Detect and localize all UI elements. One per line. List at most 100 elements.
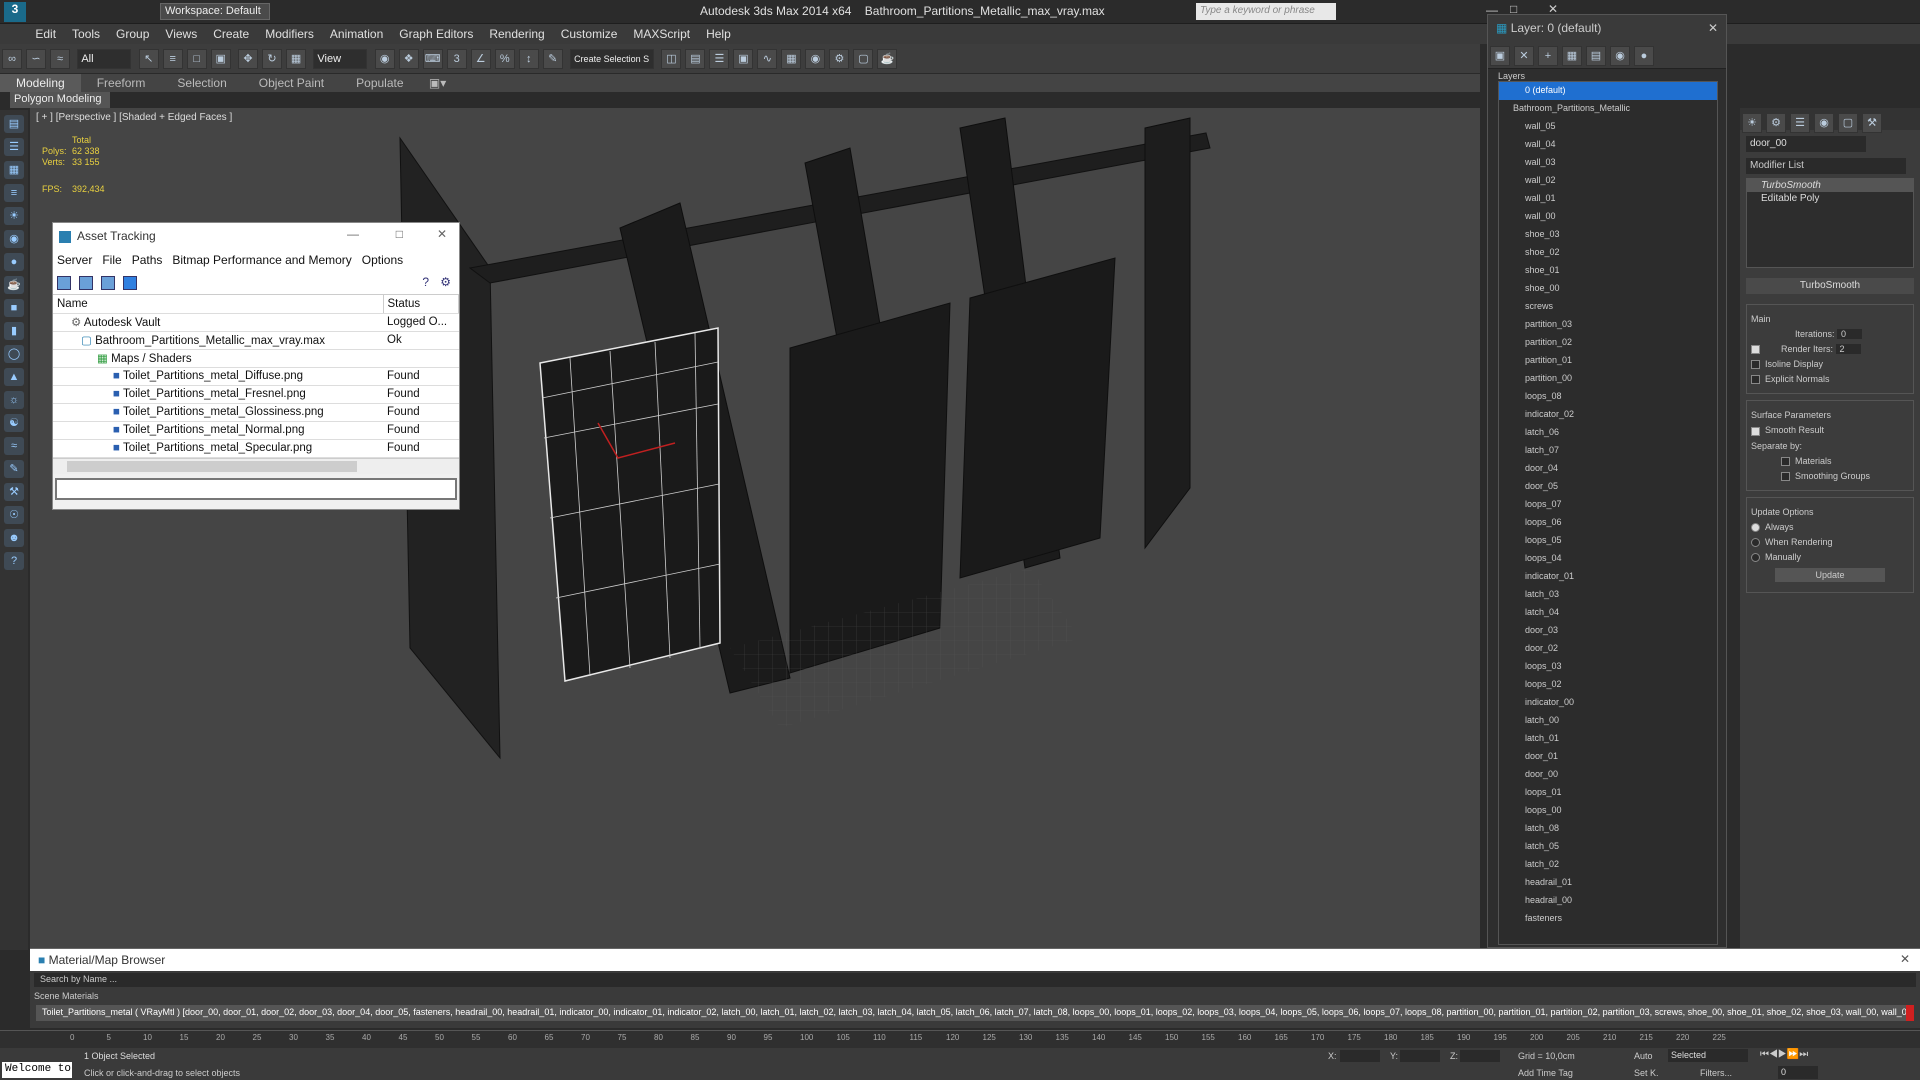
- layer-object-row[interactable]: door_01: [1499, 748, 1717, 766]
- align-icon[interactable]: ▤: [685, 49, 706, 69]
- layer-object-row[interactable]: loops_00: [1499, 802, 1717, 820]
- layer-object-row[interactable]: partition_02: [1499, 334, 1717, 352]
- menu-maxscript[interactable]: MAXScript: [625, 24, 698, 44]
- timeline[interactable]: 0 5 10 15 20 25 30 35 40 45 50 55 60 65 70 75 80 85 90 95 10…: [0, 1030, 1920, 1048]
- menu-animation[interactable]: Animation: [322, 24, 391, 44]
- layer-object-row[interactable]: loops_07: [1499, 496, 1717, 514]
- layer-object-row[interactable]: latch_05: [1499, 838, 1717, 856]
- menu-help[interactable]: Help: [698, 24, 739, 44]
- add-time-tag[interactable]: Add Time Tag: [1518, 1068, 1573, 1078]
- menu-bitmap-performance[interactable]: Bitmap Performance and Memory: [172, 253, 351, 267]
- menu-edit[interactable]: Edit: [27, 24, 64, 44]
- table-row[interactable]: ■ Toilet_Partitions_metal_Normal.png Foun…: [53, 421, 459, 440]
- help-icon[interactable]: ?: [422, 275, 429, 289]
- minimize-icon[interactable]: —: [347, 227, 359, 241]
- menu-create[interactable]: Create: [205, 24, 257, 44]
- layer-object-row[interactable]: latch_03: [1499, 586, 1717, 604]
- layer-object-row[interactable]: screws: [1499, 298, 1717, 316]
- layer-object-row[interactable]: loops_06: [1499, 514, 1717, 532]
- explicit-normals-checkbox[interactable]: [1751, 375, 1760, 385]
- key-filter-dropdown[interactable]: Selected: [1668, 1049, 1748, 1062]
- spinner-snap-icon[interactable]: ↕: [518, 49, 539, 69]
- window-crossing-icon[interactable]: ▣: [210, 49, 231, 69]
- render-iters-checkbox[interactable]: [1751, 345, 1760, 355]
- link-icon[interactable]: ∞: [2, 49, 22, 69]
- rendered-frame-window-icon[interactable]: ▢: [853, 49, 874, 69]
- bind-space-warp-icon[interactable]: ≈: [50, 49, 70, 69]
- sun-icon[interactable]: ☼: [4, 391, 24, 409]
- menu-file[interactable]: File: [102, 253, 121, 267]
- table-view-icon[interactable]: [101, 276, 115, 290]
- layer-explorer-icon[interactable]: ▦: [4, 161, 24, 179]
- reference-coordinate-dropdown[interactable]: View: [313, 49, 368, 69]
- layer-object-row[interactable]: shoe_00: [1499, 280, 1717, 298]
- layer-object-row[interactable]: latch_08: [1499, 820, 1717, 838]
- layer-object-row[interactable]: latch_06: [1499, 424, 1717, 442]
- search-input[interactable]: Type a keyword or phrase: [1196, 3, 1336, 20]
- when-rendering-radio[interactable]: [1751, 538, 1760, 547]
- person-icon[interactable]: ☻: [4, 529, 24, 547]
- key-filters-button[interactable]: Filters...: [1700, 1068, 1732, 1078]
- layer-object-row[interactable]: loops_05: [1499, 532, 1717, 550]
- auto-key-button[interactable]: Auto: [1634, 1051, 1653, 1061]
- layer-object-row[interactable]: indicator_02: [1499, 406, 1717, 424]
- path-field[interactable]: [55, 477, 457, 500]
- update-button[interactable]: Update: [1775, 568, 1885, 583]
- menu-modifiers[interactable]: Modifiers: [257, 24, 322, 44]
- space-warp-icon[interactable]: ≈: [4, 437, 24, 455]
- render-production-icon[interactable]: ☕: [877, 49, 898, 69]
- layer-object-row[interactable]: shoe_02: [1499, 244, 1717, 262]
- tree-view-icon[interactable]: [123, 276, 137, 290]
- layer-object-row[interactable]: wall_01: [1499, 190, 1717, 208]
- menu-server[interactable]: Server: [57, 253, 92, 267]
- tab-populate[interactable]: Populate: [340, 74, 419, 92]
- z-field[interactable]: [1460, 1050, 1500, 1062]
- list-icon[interactable]: ≡: [4, 184, 24, 202]
- edit-named-selection-icon[interactable]: ✎: [542, 49, 563, 69]
- sphere-icon[interactable]: ●: [4, 253, 24, 271]
- select-objects-icon[interactable]: ▦: [1562, 46, 1582, 66]
- table-row[interactable]: ■ Toilet_Partitions_metal_Glossiness.png…: [53, 403, 459, 422]
- layer-object-row[interactable]: door_05: [1499, 478, 1717, 496]
- layer-object-row[interactable]: loops_03: [1499, 658, 1717, 676]
- menu-rendering[interactable]: Rendering: [481, 24, 552, 44]
- layer-row[interactable]: Bathroom_Partitions_Metallic: [1499, 100, 1717, 118]
- layer-object-row[interactable]: indicator_01: [1499, 568, 1717, 586]
- layer-titlebar[interactable]: ▦ Layer: 0 (default) ✕: [1488, 15, 1726, 41]
- scene-materials-header[interactable]: Scene Materials: [34, 991, 1916, 1001]
- bone-icon[interactable]: ☯: [4, 414, 24, 432]
- settings-icon[interactable]: ⚙: [440, 275, 451, 289]
- search-by-name-field[interactable]: Search by Name ...: [34, 973, 1916, 987]
- close-icon[interactable]: ✕: [437, 227, 447, 241]
- rotate-icon[interactable]: ↻: [262, 49, 283, 69]
- torus-icon[interactable]: ◯: [4, 345, 24, 363]
- list-view-icon[interactable]: [79, 276, 93, 290]
- col-name[interactable]: Name: [53, 295, 384, 314]
- wrench-icon[interactable]: ⚒: [4, 483, 24, 501]
- table-row[interactable]: ⚙ Autodesk Vault Logged O...: [53, 313, 459, 332]
- selection-filter-dropdown[interactable]: All: [77, 49, 132, 69]
- layer-object-row[interactable]: loops_02: [1499, 676, 1717, 694]
- layer-object-row[interactable]: fasteners: [1499, 910, 1717, 928]
- polygon-modeling-tab[interactable]: Polygon Modeling: [10, 92, 110, 108]
- horizontal-scrollbar[interactable]: [53, 457, 459, 474]
- layer-object-row[interactable]: headrail_01: [1499, 874, 1717, 892]
- angle-snap-icon[interactable]: ∠: [470, 49, 491, 69]
- light-icon[interactable]: ☀: [4, 207, 24, 225]
- help-icon[interactable]: ?: [4, 552, 24, 570]
- x-field[interactable]: [1340, 1050, 1380, 1062]
- layer-object-row[interactable]: latch_02: [1499, 856, 1717, 874]
- smooth-result-checkbox[interactable]: [1751, 426, 1760, 436]
- modify-tab-icon[interactable]: ⚙: [1766, 113, 1786, 133]
- select-layer-icon[interactable]: ▤: [1586, 46, 1606, 66]
- layer-object-row[interactable]: headrail_00: [1499, 892, 1717, 910]
- max-logo-icon[interactable]: 3: [4, 2, 26, 22]
- mirror-icon[interactable]: ◫: [661, 49, 682, 69]
- col-status[interactable]: Status: [383, 295, 459, 314]
- snaps-toggle-icon[interactable]: 3: [446, 49, 467, 69]
- close-icon[interactable]: ✕: [1708, 21, 1718, 35]
- layer-object-row[interactable]: wall_00: [1499, 208, 1717, 226]
- menu-paths[interactable]: Paths: [132, 253, 163, 267]
- tab-modeling[interactable]: Modeling: [0, 74, 81, 92]
- materials-checkbox[interactable]: [1781, 456, 1790, 466]
